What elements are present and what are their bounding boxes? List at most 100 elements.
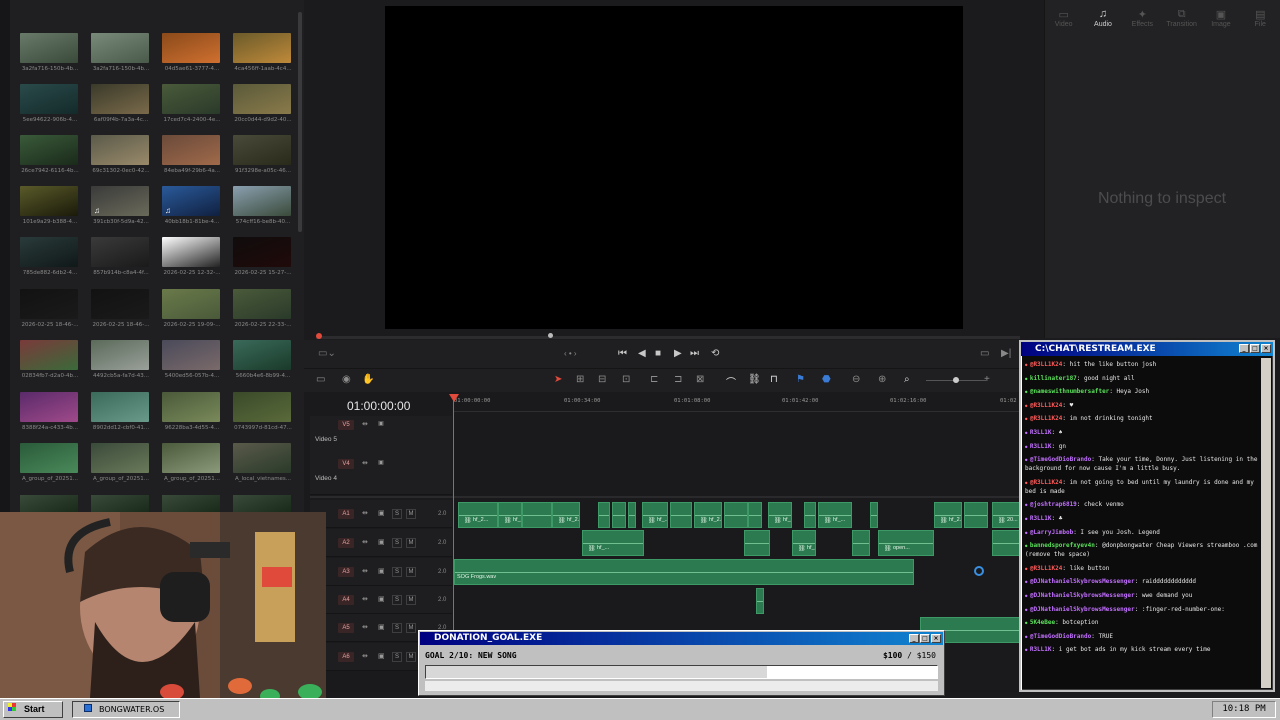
- track-visibility-icon[interactable]: ⇹: [362, 420, 368, 428]
- media-clip[interactable]: 4492cb5a-fa7d-43...: [91, 340, 151, 379]
- media-clip[interactable]: 69c31302-0ec0-42...: [91, 135, 151, 174]
- media-clip[interactable]: 785de882-6db2-4...: [20, 237, 80, 276]
- tab-audio[interactable]: ♫ Audio: [1085, 8, 1121, 38]
- timeline-clip[interactable]: hf_20...⛓: [498, 502, 522, 528]
- timeline-clip[interactable]: hf_2...⛓: [458, 502, 498, 528]
- media-clip[interactable]: 2026-02-25 15-27-...: [233, 237, 293, 276]
- timeline-clip[interactable]: 20... ⛓: [992, 502, 1020, 528]
- close-button[interactable]: ×: [1261, 344, 1271, 353]
- zoom-in-icon[interactable]: +: [984, 374, 990, 385]
- track-split-icon[interactable]: ⇹: [362, 652, 368, 660]
- timeline-clip[interactable]: hf_...⛓: [642, 502, 668, 528]
- replace-icon[interactable]: ⊠: [696, 374, 704, 385]
- scrubber-handle[interactable]: [548, 333, 553, 338]
- mute-button[interactable]: M: [406, 567, 416, 577]
- media-clip[interactable]: 5400ed56-057b-4...: [162, 340, 222, 379]
- track-lock-icon[interactable]: ▣: [376, 420, 386, 430]
- media-clip[interactable]: 857b914b-c8a4-4f...: [91, 237, 151, 276]
- clip-thumbnail[interactable]: [20, 495, 78, 512]
- marker-icon[interactable]: ⬣: [822, 374, 831, 385]
- track-id[interactable]: A3: [338, 567, 354, 577]
- track-id[interactable]: A2: [338, 538, 354, 548]
- media-clip[interactable]: 91f3298e-a05c-46...: [233, 135, 293, 174]
- timeline-clip[interactable]: [598, 502, 610, 528]
- viewer-scrubber[interactable]: [316, 333, 1020, 339]
- donation-title-bar[interactable]: DONATION_GOAL.EXE _ □ ×: [420, 632, 943, 645]
- cursor-icon[interactable]: ◉: [342, 374, 351, 385]
- minimize-button[interactable]: _: [1239, 344, 1249, 353]
- skip-to-end-icon[interactable]: ⏭: [690, 348, 699, 359]
- timeline-clip[interactable]: [964, 502, 988, 528]
- media-clip[interactable]: 2026-02-25 18-46-...: [91, 289, 151, 328]
- media-clip[interactable]: 04d5ae61-3777-4...: [162, 33, 222, 72]
- trim-tool-icon[interactable]: ⊞: [576, 374, 584, 385]
- track-lock-icon[interactable]: ▣: [378, 509, 385, 517]
- track-id[interactable]: A6: [338, 652, 354, 662]
- track-split-icon[interactable]: ⇹: [362, 509, 368, 517]
- tab-image[interactable]: ▣ Image: [1203, 8, 1239, 38]
- loop-icon[interactable]: ⟲: [711, 348, 719, 359]
- reverse-play-icon[interactable]: ◀: [638, 348, 646, 359]
- flag-icon[interactable]: ⚑: [796, 374, 805, 385]
- next-frame-icon[interactable]: ▶|: [1001, 348, 1011, 359]
- media-clip[interactable]: 5660b4e6-8b99-4...: [233, 340, 293, 379]
- timeline-clip[interactable]: [992, 530, 1020, 556]
- timeline-clip[interactable]: [612, 502, 626, 528]
- timeline-clip[interactable]: hf_2...⛓: [552, 502, 580, 528]
- timeline-clip[interactable]: hf_2...⛓: [792, 530, 816, 556]
- clip-thumbnail[interactable]: [91, 495, 149, 512]
- timeline-clip[interactable]: [756, 588, 764, 614]
- stop-icon[interactable]: ■: [655, 348, 661, 359]
- track-id[interactable]: A4: [338, 595, 354, 605]
- mute-button[interactable]: M: [406, 595, 416, 605]
- clip-thumbnail[interactable]: [162, 495, 220, 512]
- timeline-clip[interactable]: [748, 502, 762, 528]
- lock-icon[interactable]: ⊓: [770, 374, 778, 385]
- dynamic-trim-icon[interactable]: ⊡: [622, 374, 630, 385]
- track-split-icon[interactable]: ⇹: [362, 538, 368, 546]
- maximize-button[interactable]: □: [1250, 344, 1260, 353]
- play-icon[interactable]: ▶: [674, 348, 682, 359]
- media-clip[interactable]: 5ee94622-906b-4...: [20, 84, 80, 123]
- solo-button[interactable]: S: [392, 538, 402, 548]
- layout-icon[interactable]: ▭: [316, 374, 325, 385]
- media-clip[interactable]: A_local_vietnames...: [233, 443, 293, 482]
- overwrite-icon[interactable]: ⊐: [674, 374, 682, 385]
- timeline-clip[interactable]: [804, 502, 816, 528]
- blade-tool-icon[interactable]: ⊟: [598, 374, 606, 385]
- media-clip[interactable]: 02834fb7-d2a0-4b...: [20, 340, 80, 379]
- track-lock-icon[interactable]: ▣: [378, 595, 385, 603]
- mute-button[interactable]: M: [406, 623, 416, 633]
- chat-scrollbar[interactable]: [1261, 358, 1271, 688]
- media-clip[interactable]: 3a2fa716-150b-4b...: [91, 33, 151, 72]
- viewer-options-icon[interactable]: ▭⌄: [318, 348, 336, 359]
- media-clip[interactable]: 6af09f4b-7a3a-4c...: [91, 84, 151, 123]
- track-visibility-icon[interactable]: ⇹: [362, 459, 368, 467]
- media-clip[interactable]: 8902dd12-cbf0-41...: [91, 392, 151, 431]
- timeline-clip[interactable]: SOG Frogs.wav: [454, 559, 914, 585]
- viewer-canvas[interactable]: [385, 6, 963, 329]
- timeline-clip[interactable]: [724, 502, 748, 528]
- zoom-detail-icon[interactable]: ⊕: [878, 374, 886, 385]
- selection-tool-icon[interactable]: ➤: [554, 374, 562, 385]
- tab-transition[interactable]: ⧉ Transition: [1164, 8, 1200, 38]
- zoom-full-icon[interactable]: ⊖: [852, 374, 860, 385]
- solo-button[interactable]: S: [392, 509, 402, 519]
- chat-title-bar[interactable]: C:\CHAT\RESTREAM.EXE _ □ ×: [1021, 342, 1273, 356]
- media-clip[interactable]: 2026-02-25 19-09-...: [162, 289, 222, 328]
- timeline-clip[interactable]: [670, 502, 692, 528]
- track-id[interactable]: V5: [338, 420, 354, 430]
- track-id[interactable]: A5: [338, 623, 354, 633]
- mute-button[interactable]: M: [406, 509, 416, 519]
- media-clip[interactable]: 2026-02-25 12-32-...: [162, 237, 222, 276]
- media-clip[interactable]: 8388f24a-c433-4b...: [20, 392, 80, 431]
- track-split-icon[interactable]: ⇹: [362, 567, 368, 575]
- clip-thumbnail[interactable]: [233, 495, 291, 512]
- zoom-custom-icon[interactable]: ⌕: [904, 374, 910, 385]
- playhead-handle[interactable]: [449, 394, 459, 402]
- tab-video[interactable]: ▭ Video: [1046, 8, 1082, 38]
- scrubber-start-marker[interactable]: [316, 333, 322, 339]
- media-clip[interactable]: 0743997d-81cd-47...: [233, 392, 293, 431]
- track-lock-icon[interactable]: ▣: [378, 652, 385, 660]
- timeline-clip[interactable]: hf_2...⛓: [934, 502, 962, 528]
